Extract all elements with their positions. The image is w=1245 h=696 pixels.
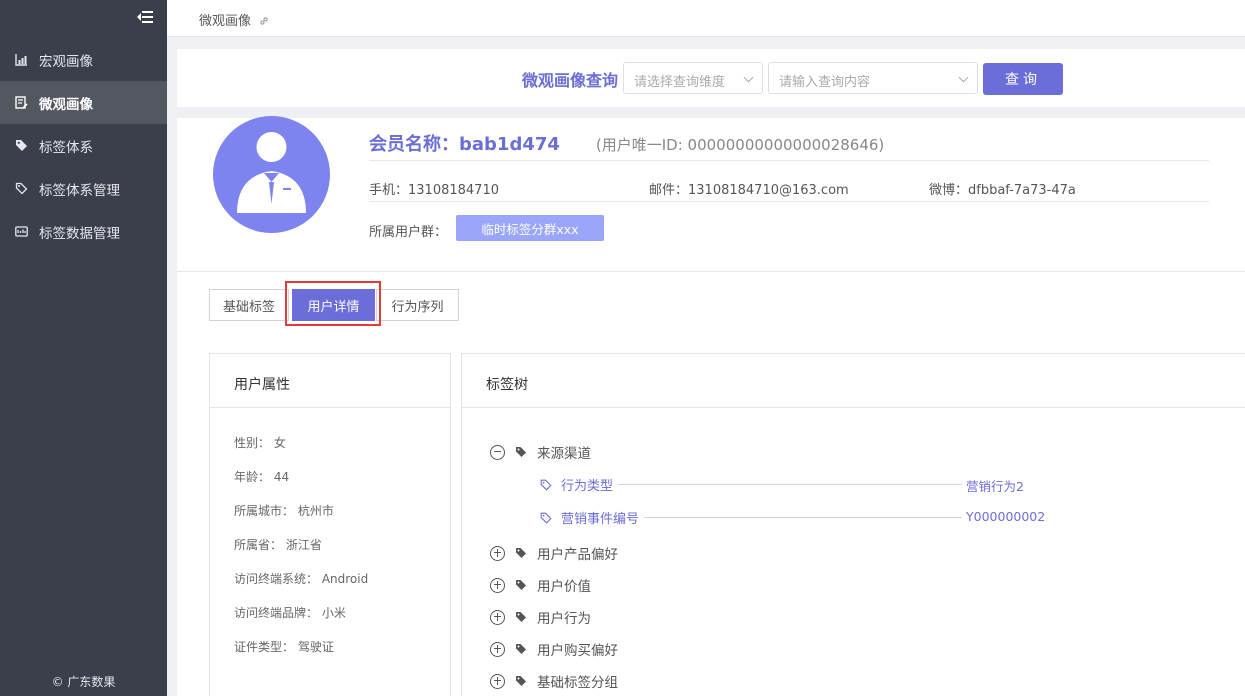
collapse-icon[interactable] (490, 444, 505, 460)
user-avatar-icon (213, 116, 330, 233)
leader-line (644, 517, 962, 518)
tree-leaf-value: 营销行为2 (966, 479, 1024, 494)
tag-icon (515, 446, 527, 458)
attribute-item: 年龄： 44 (234, 470, 290, 484)
tree-leaf-value: Y000000002 (966, 509, 1046, 524)
attribute-item: 所属城市： 杭州市 (234, 504, 334, 518)
selection-highlight-box (285, 281, 381, 326)
collapse-menu-icon[interactable] (137, 10, 153, 24)
breadcrumb: 微观画像 (199, 10, 269, 29)
sidebar-item-label: 微观画像 (39, 96, 93, 113)
query-content-placeholder: 请输入查询内容 (779, 75, 871, 90)
tree-leaf[interactable]: 行为类型 (540, 475, 613, 494)
attribute-item: 证件类型： 驾驶证 (234, 640, 334, 654)
user-attributes-card: 用户属性 性别： 女 年龄： 44 所属城市： 杭州市 所属省： 浙江省 访问终… (209, 353, 451, 696)
attribute-item: 访问终端系统： Android (234, 572, 369, 586)
tree-node-label: 基础标签分组 (537, 675, 618, 691)
search-title: 微观画像查询 (522, 71, 619, 90)
tag-icon (515, 675, 527, 687)
tag-icon (515, 611, 527, 623)
expand-icon[interactable] (490, 545, 505, 561)
tree-node-label: 用户产品偏好 (537, 547, 618, 563)
attribute-item: 性别： 女 (234, 436, 286, 450)
dashboard-icon (15, 225, 28, 238)
breadcrumb-current: 微观画像 (199, 14, 252, 29)
sidebar-item-tag-system-management[interactable]: 标签体系管理 (0, 167, 167, 210)
member-header: 会员名称：bab1d474 (用户唯一ID: 00000000000000028… (369, 130, 884, 156)
query-content-input[interactable]: 请输入查询内容 (768, 62, 978, 94)
tree-node-label: 用户价值 (537, 579, 591, 595)
phone-info: 手机：13108184710 (369, 183, 499, 198)
tree-leaf[interactable]: 营销事件编号 (540, 508, 639, 527)
expand-icon[interactable] (490, 641, 505, 657)
tag-icon (15, 139, 28, 152)
tab-basic-tags[interactable]: 基础标签 (209, 289, 289, 321)
sidebar-item-tag-system[interactable]: 标签体系 (0, 124, 167, 167)
chevron-down-icon (958, 72, 969, 83)
email-info: 邮件：13108184710@163.com (649, 183, 849, 198)
tab-behavior-sequence[interactable]: 行为序列 (376, 289, 459, 321)
member-unique-id: (用户唯一ID: 00000000000000028646) (595, 136, 885, 154)
tree-node-collapsed[interactable]: 用户行为 (490, 607, 591, 627)
top-bar: 微观画像 (167, 0, 1245, 37)
tag-icon (515, 579, 527, 591)
copyright-footer: © 广东数果 (51, 675, 116, 689)
divider (369, 201, 1209, 202)
tree-leaf-label: 行为类型 (561, 479, 614, 494)
tree-node-collapsed[interactable]: 基础标签分组 (490, 671, 618, 691)
tag-icon (515, 547, 527, 559)
sidebar-item-macro-portrait[interactable]: 宏观画像 (0, 38, 167, 81)
tag-icon (515, 643, 527, 655)
attribute-item: 访问终端品牌： 小米 (234, 606, 346, 620)
tree-node-collapsed[interactable]: 用户价值 (490, 575, 591, 595)
user-group-label: 所属用户群： (369, 225, 448, 240)
expand-icon[interactable] (490, 609, 505, 625)
chart-icon (15, 53, 28, 66)
user-group-badge[interactable]: 临时标签分群xxx (456, 215, 604, 241)
card-title: 用户属性 (210, 354, 450, 408)
tag-outline-icon (15, 182, 28, 195)
leader-line (618, 484, 962, 485)
sidebar-item-label: 标签体系管理 (39, 182, 120, 199)
tree-node-collapsed[interactable]: 用户购买偏好 (490, 639, 618, 659)
sidebar: 宏观画像 微观画像 标签体系 标签体系管理 标签数据管理 © 广东数果 (0, 0, 167, 696)
tree-leaf-label: 营销事件编号 (561, 512, 640, 527)
weibo-info: 微博：dfbbaf-7a73-47a (929, 183, 1076, 198)
sidebar-item-label: 标签体系 (39, 139, 93, 156)
divider (369, 160, 1209, 161)
tree-node-expanded[interactable]: 来源渠道 (490, 442, 591, 462)
tree-node-label: 来源渠道 (537, 446, 591, 462)
tree-node-label: 用户购买偏好 (537, 643, 618, 659)
search-bar: 微观画像查询 请选择查询维度 请输入查询内容 查询 (177, 49, 1245, 107)
query-dimension-select[interactable]: 请选择查询维度 (623, 62, 763, 94)
tag-tree-card: 标签树 来源渠道 行为类型 营销行为2 营销事件编号 Y000000002 用户… (461, 353, 1245, 696)
sidebar-item-tag-data-management[interactable]: 标签数据管理 (0, 210, 167, 253)
divider (177, 271, 1245, 272)
card-title: 标签树 (462, 354, 1245, 408)
main-panel: 会员名称：bab1d474 (用户唯一ID: 00000000000000028… (177, 116, 1245, 696)
search-button[interactable]: 查询 (983, 63, 1063, 95)
sidebar-item-micro-portrait[interactable]: 微观画像 (0, 81, 167, 124)
profile-icon (15, 96, 28, 109)
attribute-item: 所属省： 浙江省 (234, 538, 322, 552)
query-dimension-placeholder: 请选择查询维度 (634, 75, 726, 90)
expand-icon[interactable] (490, 577, 505, 593)
tag-outline-icon (540, 512, 552, 524)
member-name: 会员名称：bab1d474 (369, 134, 560, 155)
tree-node-collapsed[interactable]: 用户产品偏好 (490, 543, 618, 563)
sidebar-item-label: 宏观画像 (39, 53, 93, 70)
tree-node-label: 用户行为 (537, 611, 591, 627)
chevron-down-icon (743, 72, 754, 83)
expand-icon[interactable] (490, 673, 505, 689)
link-icon[interactable] (259, 15, 269, 25)
sidebar-item-label: 标签数据管理 (39, 225, 120, 242)
tag-outline-icon (540, 479, 552, 491)
